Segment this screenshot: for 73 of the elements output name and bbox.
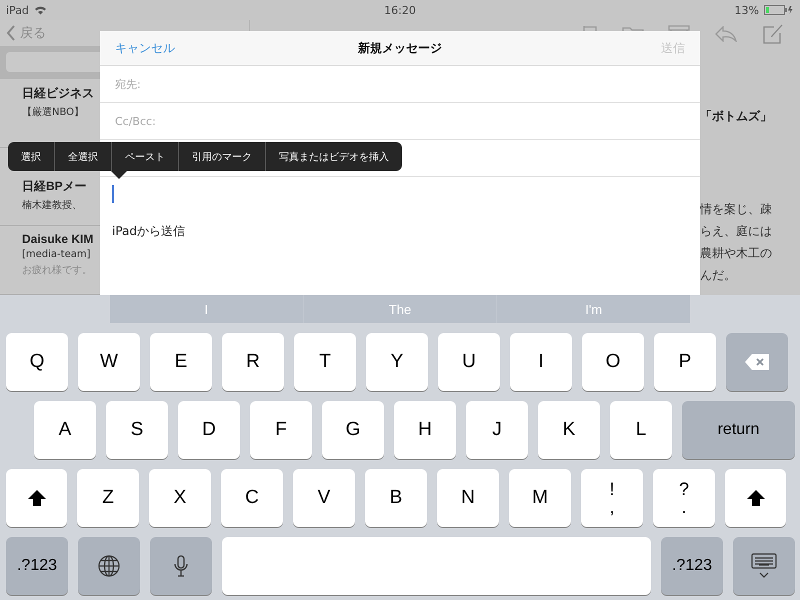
letter-key[interactable]: U: [438, 333, 500, 391]
mail-sender: Daisuke KIM: [22, 232, 94, 246]
letter-key[interactable]: H: [394, 401, 456, 459]
letter-key[interactable]: N: [437, 469, 499, 527]
letter-key[interactable]: C: [221, 469, 283, 527]
letter-key[interactable]: R: [222, 333, 284, 391]
letter-key[interactable]: Q: [6, 333, 68, 391]
letter-key[interactable]: Y: [366, 333, 428, 391]
compose-icon[interactable]: [762, 23, 784, 45]
return-key[interactable]: return: [682, 401, 795, 459]
letter-key[interactable]: T: [294, 333, 356, 391]
menu-item[interactable]: 写真またはビデオを挿入: [265, 142, 402, 171]
article-text: 農耕や木工の: [700, 245, 773, 262]
letter-key[interactable]: A: [34, 401, 96, 459]
letter-key[interactable]: X: [149, 469, 211, 527]
menu-item[interactable]: 全選択: [54, 142, 111, 171]
letter-key[interactable]: S: [106, 401, 168, 459]
clock: 16:20: [384, 4, 416, 16]
article-text: んだ。: [700, 267, 737, 284]
mail-subject: [media-team]: [22, 248, 91, 260]
message-body[interactable]: iPadから送信: [100, 177, 700, 295]
letter-key[interactable]: I: [510, 333, 572, 391]
mail-sender: 日経ビジネス: [22, 85, 94, 102]
delete-icon: [745, 354, 769, 370]
signature-text: iPadから送信: [112, 223, 186, 240]
shift-key[interactable]: [725, 469, 786, 527]
letter-key[interactable]: W: [78, 333, 140, 391]
shift-key[interactable]: [6, 469, 67, 527]
article-text: 情を案じ、疎: [700, 201, 773, 218]
globe-key[interactable]: [78, 537, 140, 595]
letter-key[interactable]: K: [538, 401, 600, 459]
text-cursor: [112, 185, 114, 203]
letter-key[interactable]: L: [610, 401, 672, 459]
numbers-key[interactable]: .?123: [6, 537, 68, 595]
keyboard-icon: [751, 553, 777, 579]
letter-key[interactable]: V: [293, 469, 355, 527]
battery-percent: 13%: [734, 4, 759, 16]
letter-key[interactable]: G: [322, 401, 384, 459]
globe-icon: [98, 555, 120, 577]
mail-subject: 楠木建教授、: [22, 198, 82, 212]
field-label: Cc/Bcc:: [115, 114, 156, 128]
battery-icon: [764, 5, 794, 15]
article-heading: 「ボトムズ」: [700, 108, 773, 125]
microphone-icon: [174, 555, 188, 577]
reply-icon[interactable]: [714, 26, 738, 42]
letter-key[interactable]: Z: [77, 469, 139, 527]
menu-item[interactable]: 選択: [8, 142, 54, 171]
chevron-icon: [6, 24, 16, 41]
menu-item[interactable]: 引用のマーク: [178, 142, 265, 171]
letter-key[interactable]: O: [582, 333, 644, 391]
letter-key[interactable]: B: [365, 469, 427, 527]
sheet-title: 新規メッセージ: [358, 40, 442, 56]
letter-key[interactable]: P: [654, 333, 716, 391]
delete-key[interactable]: [726, 333, 788, 391]
article-text: らえ、庭には: [700, 223, 773, 240]
letter-key[interactable]: D: [178, 401, 240, 459]
shift-icon: [28, 490, 46, 506]
letter-key[interactable]: E: [150, 333, 212, 391]
punctuation-key[interactable]: ! ,: [581, 469, 643, 527]
hide-keyboard-key[interactable]: [733, 537, 795, 595]
field-label: 宛先:: [115, 76, 141, 92]
letter-key[interactable]: J: [466, 401, 528, 459]
wifi-icon: [34, 5, 47, 15]
mail-subject: 【厳選NBO】: [22, 106, 84, 120]
dictation-key[interactable]: [150, 537, 212, 595]
letter-key[interactable]: M: [509, 469, 571, 527]
punctuation-key[interactable]: ? .: [653, 469, 715, 527]
letter-key[interactable]: F: [250, 401, 312, 459]
numbers-key[interactable]: .?123: [661, 537, 723, 595]
device-name: iPad: [6, 4, 29, 16]
shift-icon: [746, 490, 764, 506]
mail-preview: お疲れ様です。: [22, 264, 92, 277]
mail-sender: 日経BPメー: [22, 178, 87, 196]
